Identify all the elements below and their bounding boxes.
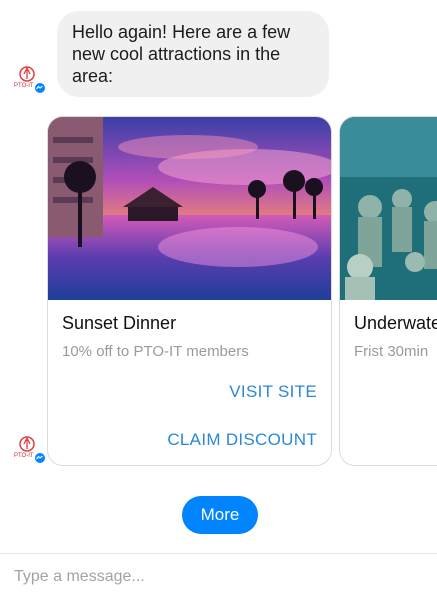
- avatar-label: PTO-IT: [14, 453, 34, 459]
- visit-site-button[interactable]: VISIT SITE: [229, 382, 317, 402]
- message-input[interactable]: [14, 554, 414, 600]
- sunset-resort-pool-image: [48, 117, 331, 300]
- message-composer: [0, 553, 437, 600]
- messenger-badge-icon: [34, 82, 46, 94]
- card-subtitle: 10% off to PTO-IT members: [62, 343, 249, 360]
- card-subtitle: Frist 30min: [354, 343, 429, 360]
- card-title: Sunset Dinner: [62, 313, 177, 333]
- underwater-statues-image: [340, 117, 437, 300]
- bot-avatar[interactable]: PTO-IT: [12, 62, 46, 94]
- attractions-carousel[interactable]: Sunset Dinner 10% off to PTO-IT members …: [47, 116, 437, 467]
- avatar-label: PTO-IT: [14, 83, 34, 89]
- message-bubble: Hello again! Here are a few new cool att…: [57, 11, 329, 97]
- message-text: Hello again! Here are a few new cool att…: [72, 22, 291, 86]
- claim-discount-button[interactable]: CLAIM DISCOUNT: [167, 430, 317, 450]
- attraction-card[interactable]: Underwate Frist 30min: [339, 116, 437, 466]
- attraction-card[interactable]: Sunset Dinner 10% off to PTO-IT members …: [47, 116, 332, 466]
- card-title: Underwate: [354, 313, 437, 333]
- messenger-badge-icon: [34, 452, 46, 464]
- bot-avatar[interactable]: PTO-IT: [12, 432, 46, 464]
- more-quick-reply-button[interactable]: More: [182, 496, 258, 534]
